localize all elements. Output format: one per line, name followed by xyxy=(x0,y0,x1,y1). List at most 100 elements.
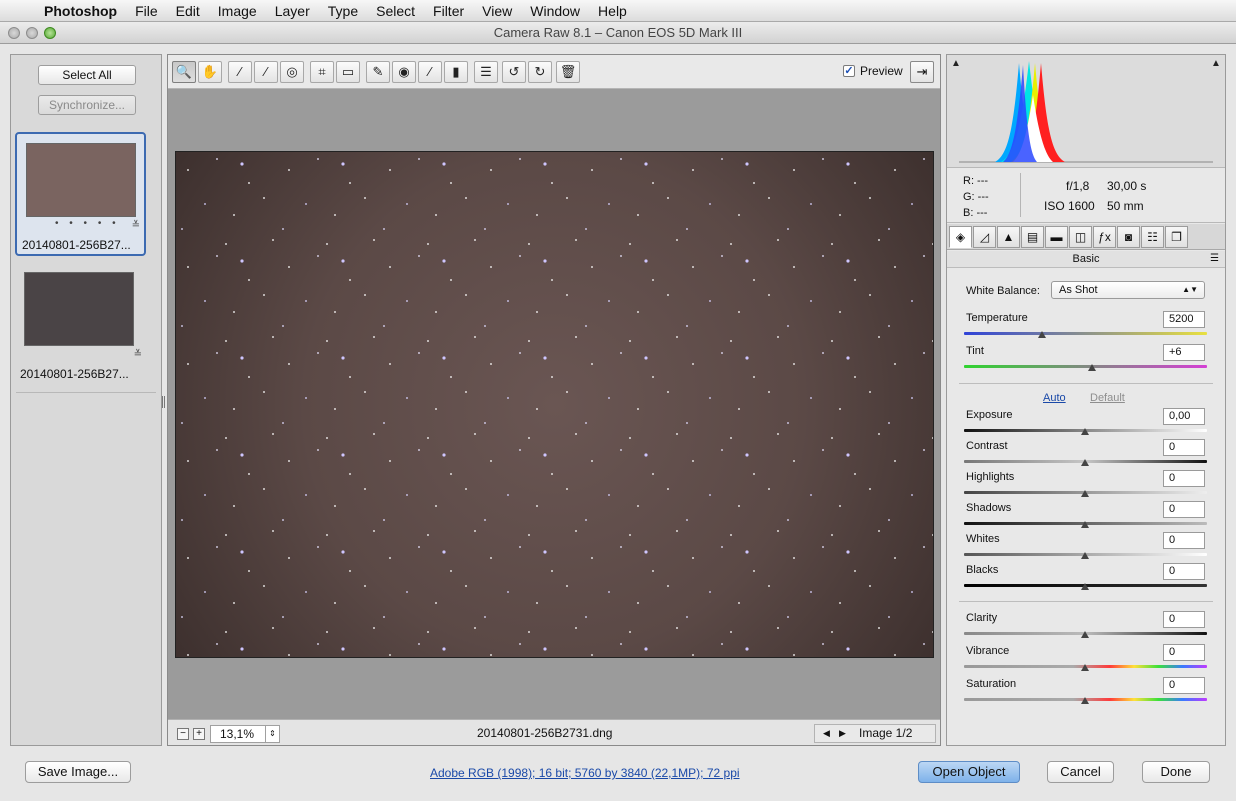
default-link[interactable]: Default xyxy=(1090,392,1125,404)
clarity-field[interactable]: 0 xyxy=(1163,611,1205,628)
menu-type[interactable]: Type xyxy=(319,3,367,19)
graduated-filter-tool-icon[interactable]: ▮ xyxy=(444,61,468,83)
targeted-adjustment-tool-icon[interactable]: ◎ xyxy=(280,61,304,83)
clarity-label: Clarity xyxy=(966,612,998,624)
tab-effects-icon[interactable]: ƒx xyxy=(1093,226,1116,248)
temperature-slider-track[interactable] xyxy=(964,332,1207,335)
auto-link[interactable]: Auto xyxy=(1043,392,1066,404)
zoom-in-button[interactable]: + xyxy=(193,728,205,740)
whites-slider-thumb[interactable] xyxy=(1081,552,1089,559)
tab-camera-calibration-icon[interactable]: ◙ xyxy=(1117,226,1140,248)
window-controls xyxy=(8,27,56,39)
white-balance-select[interactable]: As Shot ▲▼ xyxy=(1051,281,1205,299)
menu-help[interactable]: Help xyxy=(589,3,636,19)
preview-checkbox[interactable]: ✓ xyxy=(843,65,855,77)
filmstrip-thumbnail-1[interactable]: • • • • • ≚ 20140801-256B27... xyxy=(15,132,146,256)
trash-icon[interactable]: 🗑 xyxy=(556,61,580,83)
menu-app-photoshop[interactable]: Photoshop xyxy=(40,3,126,19)
exposure-slider-thumb[interactable] xyxy=(1081,428,1089,435)
zoom-stepper-icon[interactable]: ⇕ xyxy=(265,726,279,742)
preview-toggle[interactable]: ✓ Preview xyxy=(843,64,903,78)
tab-hsl-icon[interactable]: ▤ xyxy=(1021,226,1044,248)
menu-view[interactable]: View xyxy=(473,3,521,19)
menu-filter[interactable]: Filter xyxy=(424,3,473,19)
shadows-slider-thumb[interactable] xyxy=(1081,521,1089,528)
tab-lens-corrections-icon[interactable]: ◫ xyxy=(1069,226,1092,248)
shadows-field[interactable]: 0 xyxy=(1163,501,1205,518)
blacks-field[interactable]: 0 xyxy=(1163,563,1205,580)
highlights-field[interactable]: 0 xyxy=(1163,470,1205,487)
filmstrip-resize-handle[interactable] xyxy=(162,396,165,408)
menu-image[interactable]: Image xyxy=(209,3,266,19)
close-window-button[interactable] xyxy=(8,27,20,39)
zoom-tool-icon[interactable]: 🔍 xyxy=(172,61,196,83)
tab-tone-curve-icon[interactable]: ◿ xyxy=(973,226,996,248)
open-object-button[interactable]: Open Object xyxy=(918,761,1020,783)
contrast-field[interactable]: 0 xyxy=(1163,439,1205,456)
blacks-slider-thumb[interactable] xyxy=(1081,583,1089,590)
saturation-slider-thumb[interactable] xyxy=(1081,697,1089,704)
previous-image-button[interactable]: ◀ xyxy=(823,725,830,742)
whites-label: Whites xyxy=(966,533,1000,545)
hand-tool-icon[interactable]: ✋ xyxy=(198,61,222,83)
menu-window[interactable]: Window xyxy=(521,3,589,19)
panel-menu-icon[interactable]: ☰ xyxy=(1210,251,1219,267)
menu-layer[interactable]: Layer xyxy=(266,3,319,19)
tab-detail-icon[interactable]: ▲ xyxy=(997,226,1020,248)
tab-basic-icon[interactable]: ◈ xyxy=(949,226,972,248)
menu-file[interactable]: File xyxy=(126,3,167,19)
zoom-window-button[interactable] xyxy=(44,27,56,39)
rotate-left-icon[interactable]: ↺ xyxy=(502,61,526,83)
thumbnail-filename: 20140801-256B27... xyxy=(22,238,131,252)
thumbnail-image xyxy=(26,143,136,217)
tint-slider-thumb[interactable] xyxy=(1088,364,1096,371)
red-eye-tool-icon[interactable]: ◉ xyxy=(392,61,416,83)
highlights-slider-thumb[interactable] xyxy=(1081,490,1089,497)
workflow-options-link[interactable]: Adobe RGB (1998); 16 bit; 5760 by 3840 (… xyxy=(430,766,740,780)
vibrance-label: Vibrance xyxy=(966,645,1010,657)
white-balance-tool-icon[interactable]: ⁄ xyxy=(228,61,252,83)
tab-split-toning-icon[interactable]: ▬ xyxy=(1045,226,1068,248)
save-image-button[interactable]: Save Image... xyxy=(25,761,131,783)
whites-field[interactable]: 0 xyxy=(1163,532,1205,549)
menu-edit[interactable]: Edit xyxy=(167,3,209,19)
rating-dots[interactable]: • • • • • xyxy=(55,218,120,229)
next-image-button[interactable]: ▶ xyxy=(839,725,846,742)
tint-field[interactable]: +6 xyxy=(1163,344,1205,361)
spot-removal-tool-icon[interactable]: ✎ xyxy=(366,61,390,83)
tab-presets-icon[interactable]: ☷ xyxy=(1141,226,1164,248)
cancel-button[interactable]: Cancel xyxy=(1047,761,1114,783)
temperature-slider-thumb[interactable] xyxy=(1038,331,1046,338)
preview-area: 🔍 ✋ ⁄ ⁄ ◎ ⌗ ▭ ✎ ◉ ∕ ▮ ☰ ↺ ↻ 🗑 ✓ Preview … xyxy=(167,54,941,746)
temperature-field[interactable]: 5200 xyxy=(1163,311,1205,328)
minimize-window-button[interactable] xyxy=(26,27,38,39)
fullscreen-icon[interactable]: ⇥ xyxy=(910,61,934,83)
filmstrip-thumbnail-2[interactable]: ≚ 20140801-256B27... xyxy=(15,263,146,387)
exposure-field[interactable]: 0,00 xyxy=(1163,408,1205,425)
contrast-slider-thumb[interactable] xyxy=(1081,459,1089,466)
color-sampler-tool-icon[interactable]: ⁄ xyxy=(254,61,278,83)
straighten-tool-icon[interactable]: ▭ xyxy=(336,61,360,83)
image-navigator: ◀ ▶ Image 1/2 xyxy=(814,724,936,743)
zoom-level-select[interactable]: 13,1% ⇕ xyxy=(210,725,280,743)
done-button[interactable]: Done xyxy=(1142,761,1210,783)
preferences-list-icon[interactable]: ☰ xyxy=(474,61,498,83)
synchronize-button[interactable]: Synchronize... xyxy=(38,95,136,115)
rotate-right-icon[interactable]: ↻ xyxy=(528,61,552,83)
tint-slider-track[interactable] xyxy=(964,365,1207,368)
saturation-label: Saturation xyxy=(966,678,1017,690)
vibrance-slider-thumb[interactable] xyxy=(1081,664,1089,671)
tab-snapshots-icon[interactable]: ❐ xyxy=(1165,226,1188,248)
current-filename: 20140801-256B2731.dng xyxy=(477,726,613,740)
vibrance-field[interactable]: 0 xyxy=(1163,644,1205,661)
temperature-label: Temperature xyxy=(966,312,1028,324)
raw-image-preview[interactable] xyxy=(175,151,934,658)
saturation-field[interactable]: 0 xyxy=(1163,677,1205,694)
adjustment-brush-tool-icon[interactable]: ∕ xyxy=(418,61,442,83)
shadows-label: Shadows xyxy=(966,502,1012,514)
select-all-button[interactable]: Select All xyxy=(38,65,136,85)
crop-tool-icon[interactable]: ⌗ xyxy=(310,61,334,83)
zoom-out-button[interactable]: − xyxy=(177,728,189,740)
clarity-slider-thumb[interactable] xyxy=(1081,631,1089,638)
menu-select[interactable]: Select xyxy=(367,3,424,19)
